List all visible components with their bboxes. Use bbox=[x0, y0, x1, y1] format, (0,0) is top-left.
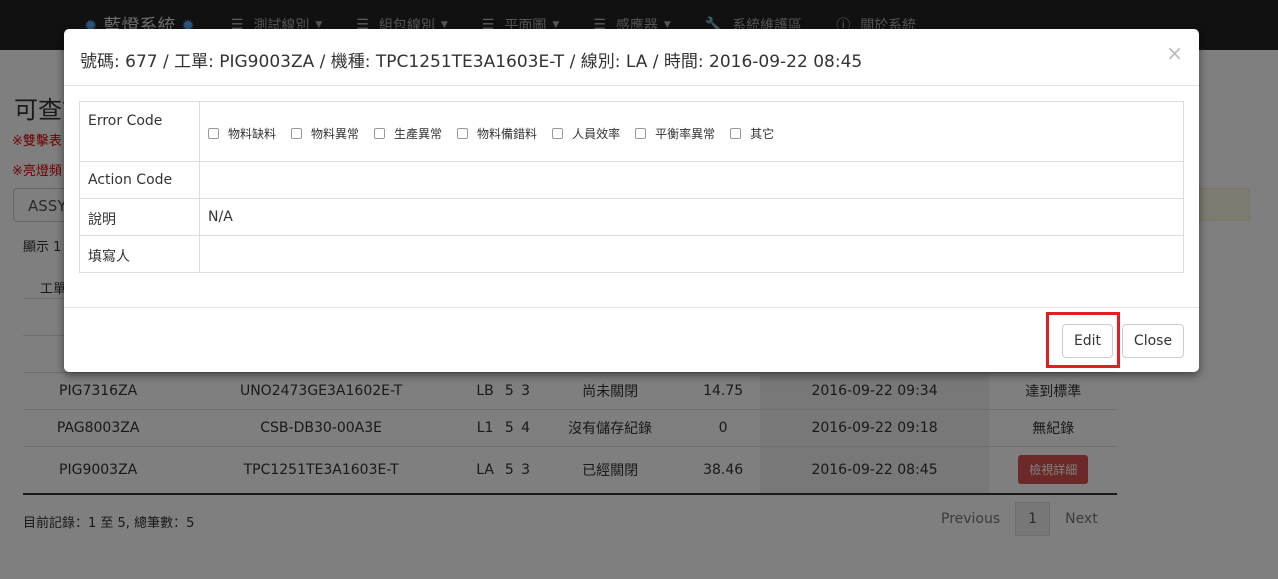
checkbox-box[interactable] bbox=[291, 128, 303, 139]
checkbox-box[interactable] bbox=[552, 128, 564, 139]
filler-value bbox=[199, 235, 1184, 273]
checkbox-material-shortage[interactable]: 物料缺料 bbox=[208, 125, 276, 142]
checkbox-label: 物料異常 bbox=[311, 127, 360, 141]
description-row: 說明 N/A bbox=[79, 198, 1184, 236]
modal-body: Error Code 物料缺料 物料異常 生產異常 物料備錯料 人員效率 平衡率… bbox=[79, 101, 1184, 273]
checkbox-box[interactable] bbox=[730, 128, 742, 139]
action-code-label: Action Code bbox=[79, 161, 200, 199]
checkbox-box[interactable] bbox=[374, 128, 386, 139]
modal-footer: Edit Close bbox=[64, 307, 1199, 372]
action-code-row: Action Code bbox=[79, 161, 1184, 199]
checkbox-box[interactable] bbox=[457, 128, 469, 139]
error-code-label: Error Code bbox=[79, 101, 200, 162]
checkbox-label: 物料缺料 bbox=[228, 127, 277, 141]
checkbox-box[interactable] bbox=[635, 128, 647, 139]
detail-modal: 號碼: 677 / 工單: PIG9003ZA / 機種: TPC1251TE3… bbox=[64, 29, 1199, 372]
checkbox-label: 物料備錯料 bbox=[477, 127, 538, 141]
action-code-value bbox=[199, 161, 1184, 199]
close-icon[interactable]: × bbox=[1166, 41, 1183, 65]
checkbox-material-abnormal[interactable]: 物料異常 bbox=[291, 125, 359, 142]
checkbox-box[interactable] bbox=[208, 128, 219, 139]
checkbox-staff-efficiency[interactable]: 人員效率 bbox=[552, 125, 620, 142]
checkbox-label: 人員效率 bbox=[572, 127, 621, 141]
checkbox-label: 生產異常 bbox=[394, 127, 443, 141]
close-button[interactable]: Close bbox=[1122, 324, 1184, 358]
filler-label: 填寫人 bbox=[79, 235, 200, 273]
edit-button[interactable]: Edit bbox=[1062, 324, 1113, 358]
checkbox-label: 其它 bbox=[750, 127, 775, 141]
filler-row: 填寫人 bbox=[79, 235, 1184, 273]
modal-title: 號碼: 677 / 工單: PIG9003ZA / 機種: TPC1251TE3… bbox=[80, 52, 863, 72]
error-code-row: Error Code 物料缺料 物料異常 生產異常 物料備錯料 人員效率 平衡率… bbox=[79, 101, 1184, 162]
checkbox-wrong-material[interactable]: 物料備錯料 bbox=[457, 125, 537, 142]
modal-header: 號碼: 677 / 工單: PIG9003ZA / 機種: TPC1251TE3… bbox=[64, 29, 1199, 86]
error-code-options: 物料缺料 物料異常 生產異常 物料備錯料 人員效率 平衡率異常 其它 bbox=[199, 101, 1184, 162]
checkbox-balance-abnormal[interactable]: 平衡率異常 bbox=[635, 125, 715, 142]
checkbox-other[interactable]: 其它 bbox=[730, 125, 774, 142]
description-label: 說明 bbox=[79, 198, 200, 236]
checkbox-label: 平衡率異常 bbox=[655, 127, 716, 141]
detail-table: Error Code 物料缺料 物料異常 生產異常 物料備錯料 人員效率 平衡率… bbox=[79, 101, 1184, 273]
description-value: N/A bbox=[199, 198, 1184, 236]
checkbox-production-abnormal[interactable]: 生產異常 bbox=[374, 125, 442, 142]
